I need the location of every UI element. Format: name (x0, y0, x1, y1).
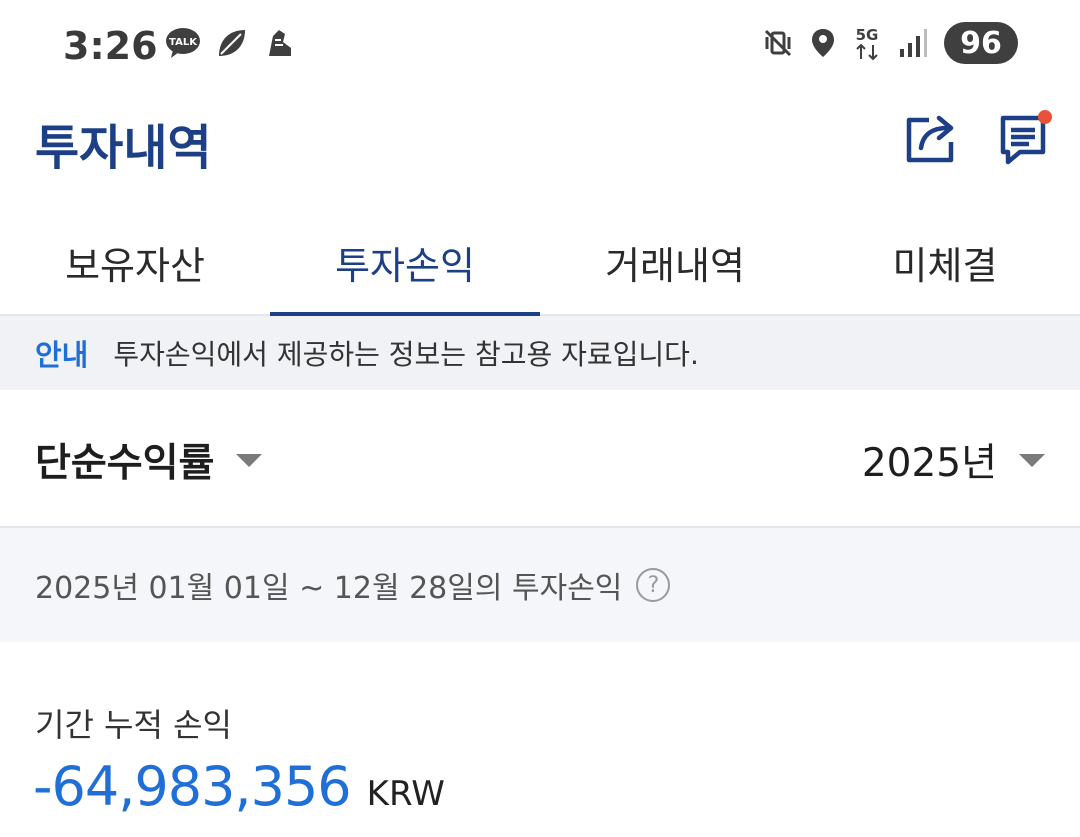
chat-notification-icon (1000, 110, 1052, 165)
year-dropdown[interactable]: 2025년 (862, 432, 1045, 488)
filter-row: 단순수익률 2025년 (0, 392, 1080, 528)
status-bar: 3:26 TALK 5G 96 (0, 0, 1080, 95)
vibrate-mute-icon (764, 29, 792, 57)
tab-transactions[interactable]: 거래내역 (540, 210, 810, 314)
tab-investment-pnl[interactable]: 투자손익 (270, 210, 540, 316)
battery-indicator: 96 (944, 22, 1018, 64)
year-label: 2025년 (861, 441, 997, 486)
5g-icon: 5G (856, 26, 879, 61)
cumulative-pnl-value: -64,983,356 KRW (33, 755, 445, 818)
svg-text:5G: 5G (856, 26, 879, 44)
tab-bar: 보유자산 투자손익 거래내역 미체결 (0, 210, 1080, 316)
tab-unfilled-orders[interactable]: 미체결 (810, 210, 1080, 314)
signal-icon (900, 29, 927, 57)
notification-dot (1038, 110, 1052, 124)
share-icon (906, 115, 954, 163)
location-icon (812, 29, 834, 57)
tab-holdings[interactable]: 보유자산 (0, 210, 270, 314)
page-title: 투자내역 (35, 120, 212, 176)
notice-banner: 안내 투자손익에서 제공하는 정보는 참고용 자료입니다. (0, 316, 1080, 390)
period-bar: 2025년 01월 01일 ~ 12월 28일의 투자손익 ? (0, 528, 1080, 642)
svg-text:TALK: TALK (169, 37, 198, 48)
status-left-icons: TALK (165, 26, 297, 60)
cumulative-pnl-amount: -64,983,356 (33, 755, 352, 818)
caret-down-icon (236, 453, 263, 467)
currency-label: KRW (366, 774, 445, 814)
leaf-icon (219, 30, 245, 56)
notice-text: 투자손익에서 제공하는 정보는 참고용 자료입니다. (113, 338, 699, 371)
return-type-dropdown[interactable]: 단순수익률 (35, 432, 263, 488)
notice-label: 안내 (35, 338, 89, 372)
share-button[interactable] (903, 108, 961, 166)
help-icon[interactable]: ? (636, 568, 671, 602)
status-right-icons: 5G 96 (762, 22, 1018, 64)
shoe-icon (269, 30, 291, 56)
period-text: 2025년 01월 01일 ~ 12월 28일의 투자손익 (35, 571, 623, 606)
return-type-label: 단순수익률 (35, 441, 215, 486)
cumulative-pnl-label: 기간 누적 손익 (35, 706, 232, 744)
caret-down-icon (1019, 453, 1045, 467)
status-time: 3:26 (63, 24, 158, 68)
talk-icon: TALK (166, 28, 200, 58)
chat-notification-button[interactable] (998, 108, 1058, 168)
